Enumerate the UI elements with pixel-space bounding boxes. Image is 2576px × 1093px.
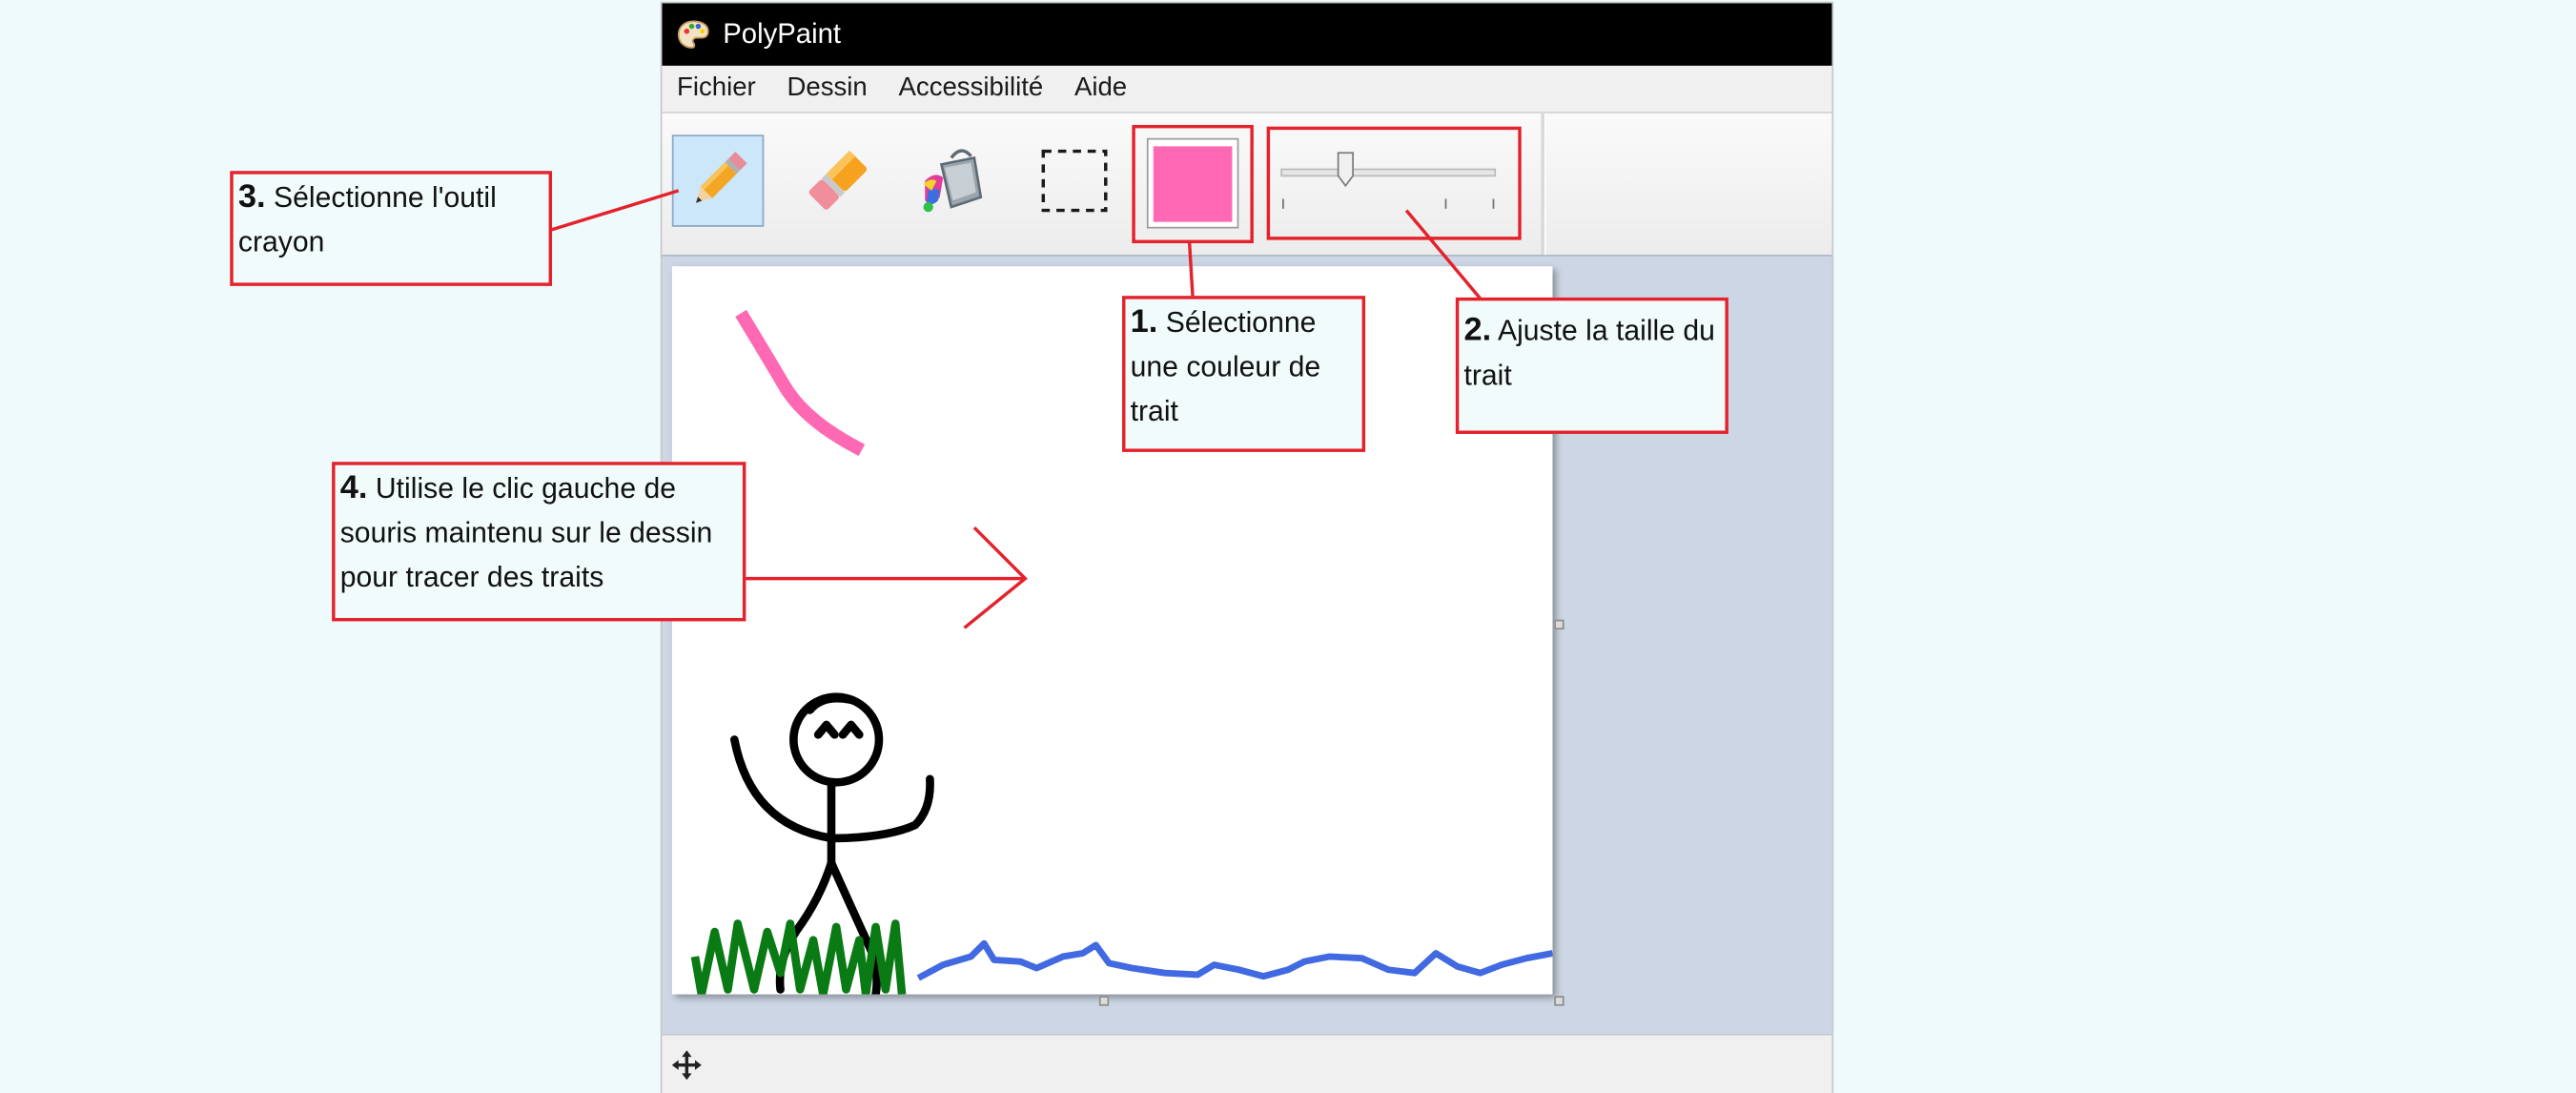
- title-bar: PolyPaint: [662, 3, 1832, 66]
- move-icon: [671, 1050, 702, 1081]
- toolbar-separator: [1541, 113, 1546, 256]
- selection-tool-button[interactable]: [1029, 134, 1121, 227]
- callout-step1-text: Sélectionne une couleur de trait: [1130, 305, 1321, 428]
- callout-step3-text: Sélectionne l'outil crayon: [237, 180, 497, 258]
- connector-step3: [549, 189, 680, 232]
- callout-step3: 3. Sélectionne l'outil crayon: [230, 171, 553, 286]
- pencil-icon: [695, 152, 747, 203]
- color-picker-highlight: [1132, 124, 1254, 244]
- resize-handle-bottom[interactable]: [1098, 996, 1110, 1006]
- pink-stroke: [735, 309, 866, 457]
- paint-bucket-icon: [923, 149, 983, 213]
- eraser-icon: [808, 150, 868, 210]
- callout-step2: 2. Ajuste la taille du trait: [1455, 297, 1728, 434]
- window-title: PolyPaint: [723, 17, 842, 50]
- fill-tool-button[interactable]: [909, 134, 1001, 227]
- menu-dessin[interactable]: Dessin: [772, 74, 881, 104]
- pencil-tool-button[interactable]: [671, 134, 765, 227]
- dashed-rectangle-icon: [1041, 149, 1108, 213]
- size-slider-highlight: [1266, 126, 1522, 240]
- menu-accessibilite[interactable]: Accessibilité: [884, 74, 1056, 104]
- resize-handle-corner[interactable]: [1554, 996, 1564, 1006]
- callout-step2-text: Ajuste la taille du trait: [1463, 314, 1715, 392]
- blue-wave-stroke: [916, 939, 1553, 981]
- menu-bar: Fichier Dessin Accessibilité Aide: [662, 65, 1832, 113]
- palette-icon: [677, 20, 709, 49]
- callout-step2-number: 2.: [1463, 312, 1492, 349]
- eraser-tool-button[interactable]: [792, 134, 885, 227]
- tutorial-stage: PolyPaint Fichier Dessin Accessibilité A…: [0, 0, 2576, 1093]
- menu-fichier[interactable]: Fichier: [662, 74, 768, 104]
- callout-step4-text: Utilise le clic gauche de souris mainten…: [339, 471, 713, 594]
- callout-step1-number: 1.: [1130, 303, 1158, 340]
- callout-step3-number: 3.: [237, 178, 266, 216]
- status-bar: [662, 1033, 1832, 1093]
- callout-step4-number: 4.: [339, 469, 368, 506]
- menu-aide[interactable]: Aide: [1059, 74, 1139, 104]
- resize-handle-right[interactable]: [1554, 619, 1564, 630]
- callout-step4: 4. Utilise le clic gauche de souris main…: [332, 462, 746, 622]
- callout-step1: 1. Sélectionne une couleur de trait: [1122, 296, 1366, 452]
- drawing-canvas[interactable]: [671, 266, 1553, 995]
